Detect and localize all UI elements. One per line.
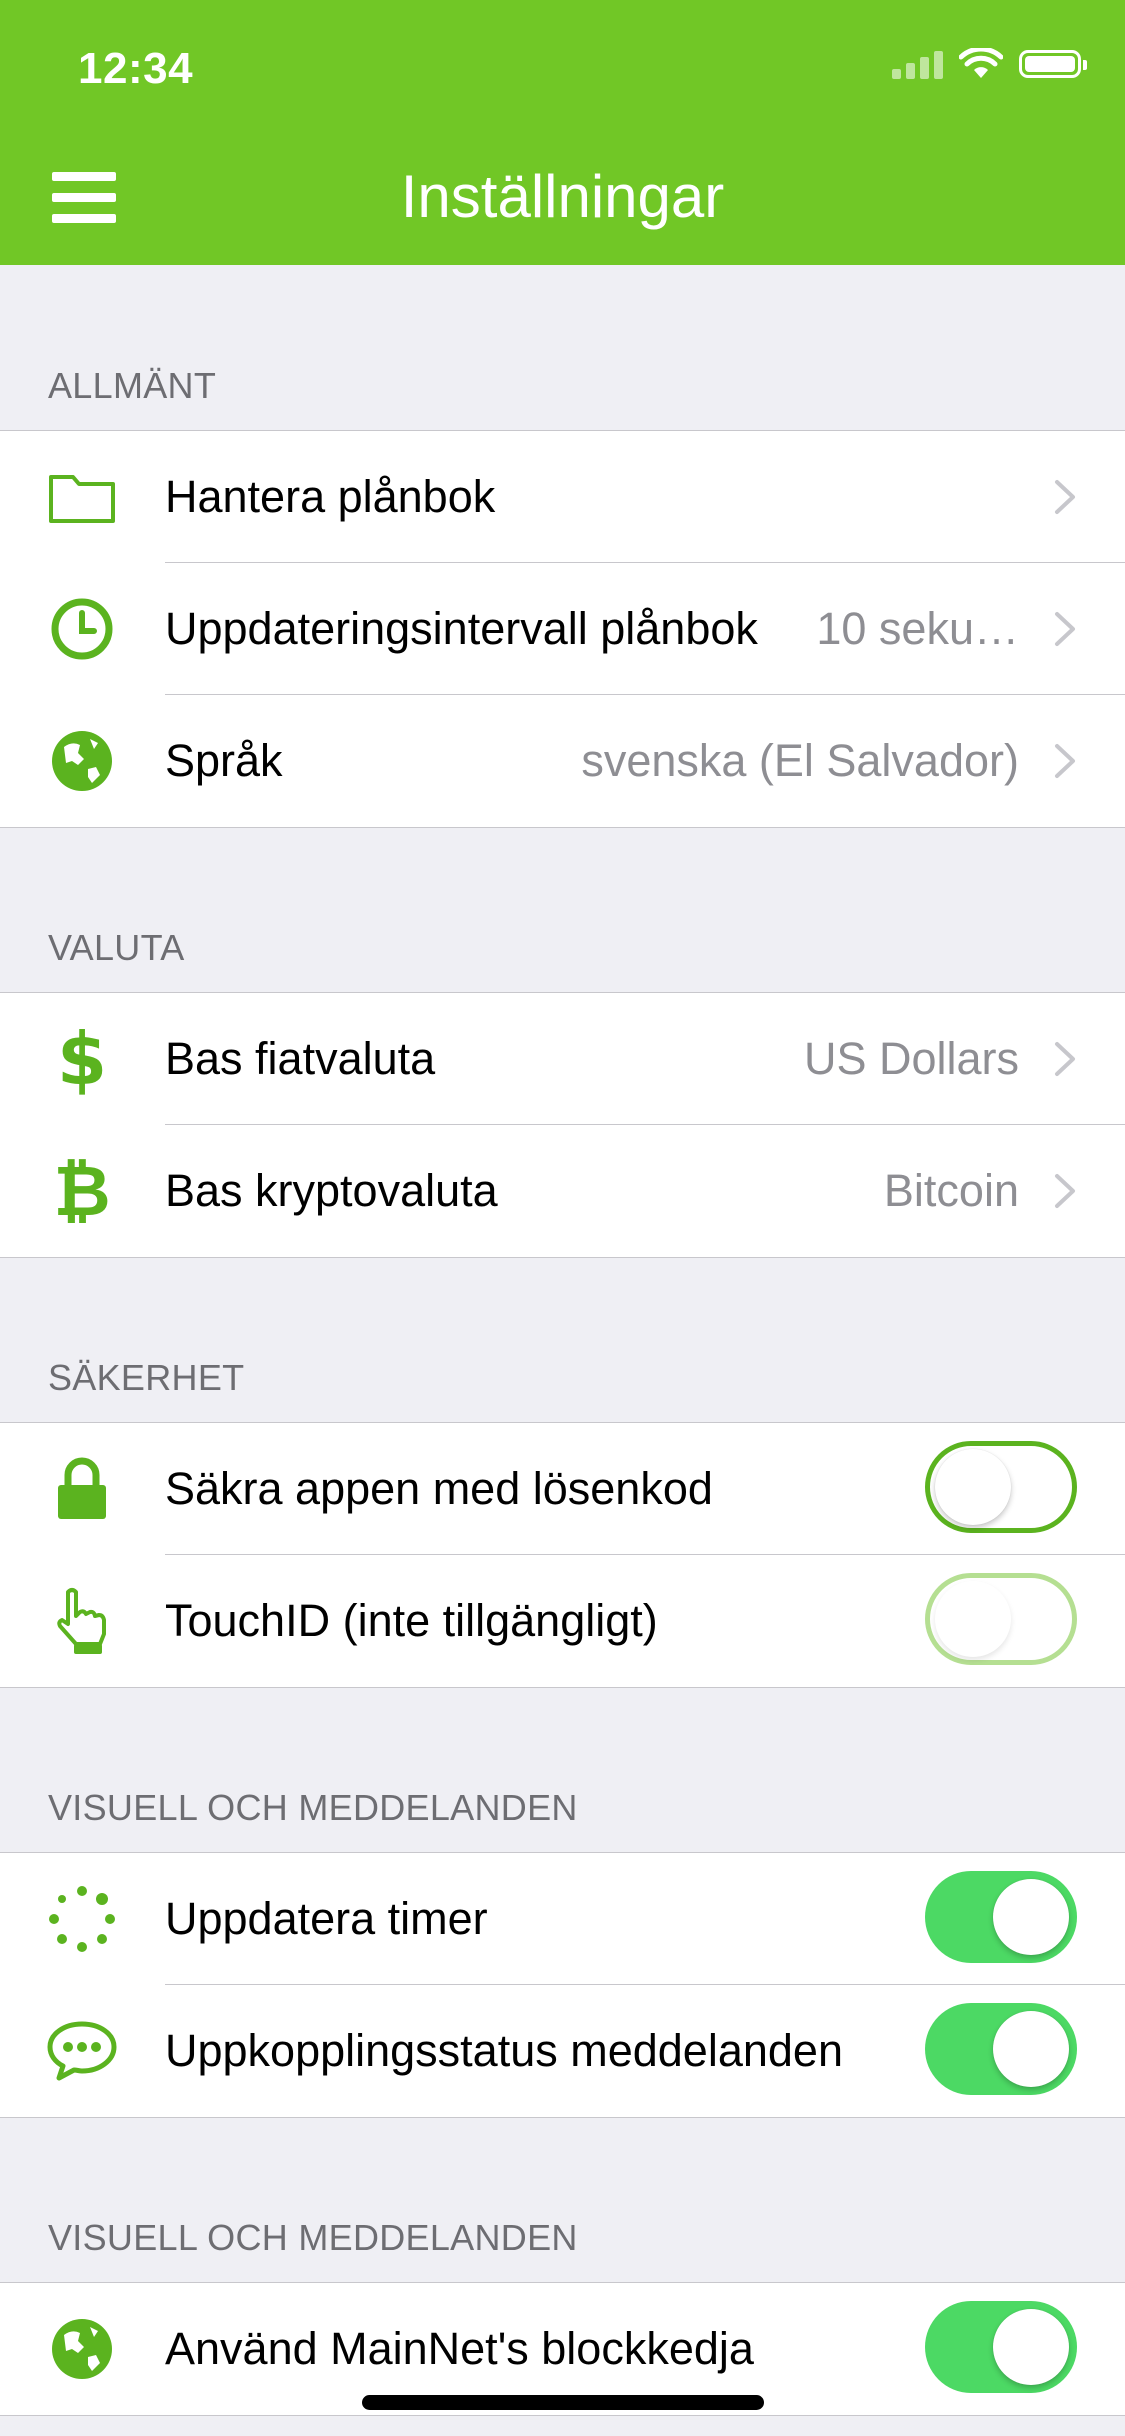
group-visual-notifications: Uppdatera timer Uppkopplingsstatus medde… (0, 1852, 1125, 2118)
passcode-toggle[interactable] (925, 1441, 1077, 1533)
row-language[interactable]: Språk svenska (El Salvador) (0, 695, 1125, 827)
folder-icon (44, 465, 120, 529)
language-value: svenska (El Salvador) (581, 735, 1019, 786)
section-label-visual-notifications: VISUELL OCH MEDDELANDEN (48, 1787, 578, 1828)
battery-icon (1019, 50, 1087, 78)
fiat-currency-value: US Dollars (803, 1033, 1019, 1084)
chevron-right-icon (1055, 1174, 1075, 1208)
section-label-currency: VALUTA (48, 927, 185, 968)
section-label-visual-notifications-2: VISUELL OCH MEDDELANDEN (48, 2217, 578, 2258)
clock-icon (44, 597, 120, 661)
group-currency: $ Bas fiatvaluta US Dollars ₿ Bas krypto… (0, 992, 1125, 1258)
section-label-security: SÄKERHET (48, 1357, 245, 1398)
mainnet-toggle[interactable] (925, 2301, 1077, 2393)
dollar-icon: $ (56, 1017, 108, 1101)
section-label-general: ALLMÄNT (48, 365, 217, 406)
connection-status-toggle[interactable] (925, 2003, 1077, 2095)
row-update-interval[interactable]: Uppdateringsintervall plånbok 10 seku… (0, 563, 1125, 695)
lock-icon (44, 1457, 120, 1521)
touch-hand-icon (44, 1588, 120, 1654)
row-fiat-currency[interactable]: $ Bas fiatvaluta US Dollars (0, 993, 1125, 1125)
home-indicator[interactable] (362, 2395, 764, 2410)
status-time: 12:34 (78, 44, 194, 93)
nav-header: 12:34 Inställningar (0, 0, 1125, 265)
spinner-icon (44, 1886, 120, 1952)
page-title: Inställningar (400, 163, 725, 230)
globe-icon (44, 729, 120, 793)
row-connection-status-notifications: Uppkopplingsstatus meddelanden (0, 1985, 1125, 2117)
row-manage-wallet[interactable]: Hantera plånbok (0, 431, 1125, 563)
chat-bubble-icon (44, 2019, 120, 2083)
row-update-timer: Uppdatera timer (0, 1853, 1125, 1985)
chevron-right-icon (1055, 612, 1075, 646)
cellular-signal-icon (892, 49, 943, 79)
settings-screen: 12:34 Inställningar ALLMÄNT Hantera plån… (0, 0, 1125, 2436)
row-crypto-currency[interactable]: ₿ Bas kryptovaluta Bitcoin (0, 1125, 1125, 1257)
row-touchid: TouchID (inte tillgängligt) (0, 1555, 1125, 1687)
chevron-right-icon (1055, 1042, 1075, 1076)
wifi-icon (959, 48, 1003, 78)
chevron-right-icon (1055, 480, 1075, 514)
group-general: Hantera plånbok Uppdateringsintervall pl… (0, 430, 1125, 828)
group-security: Säkra appen med lösenkod TouchID (inte t… (0, 1422, 1125, 1688)
globe-icon (44, 2317, 120, 2381)
touchid-toggle (925, 1573, 1077, 1665)
bitcoin-icon: ₿ (53, 1150, 111, 1232)
chevron-right-icon (1055, 744, 1075, 778)
update-interval-value: 10 seku… (816, 603, 1019, 654)
crypto-currency-value: Bitcoin (883, 1165, 1019, 1216)
status-indicators (892, 48, 1087, 80)
update-timer-toggle[interactable] (925, 1871, 1077, 1963)
row-passcode-lock: Säkra appen med lösenkod (0, 1423, 1125, 1555)
